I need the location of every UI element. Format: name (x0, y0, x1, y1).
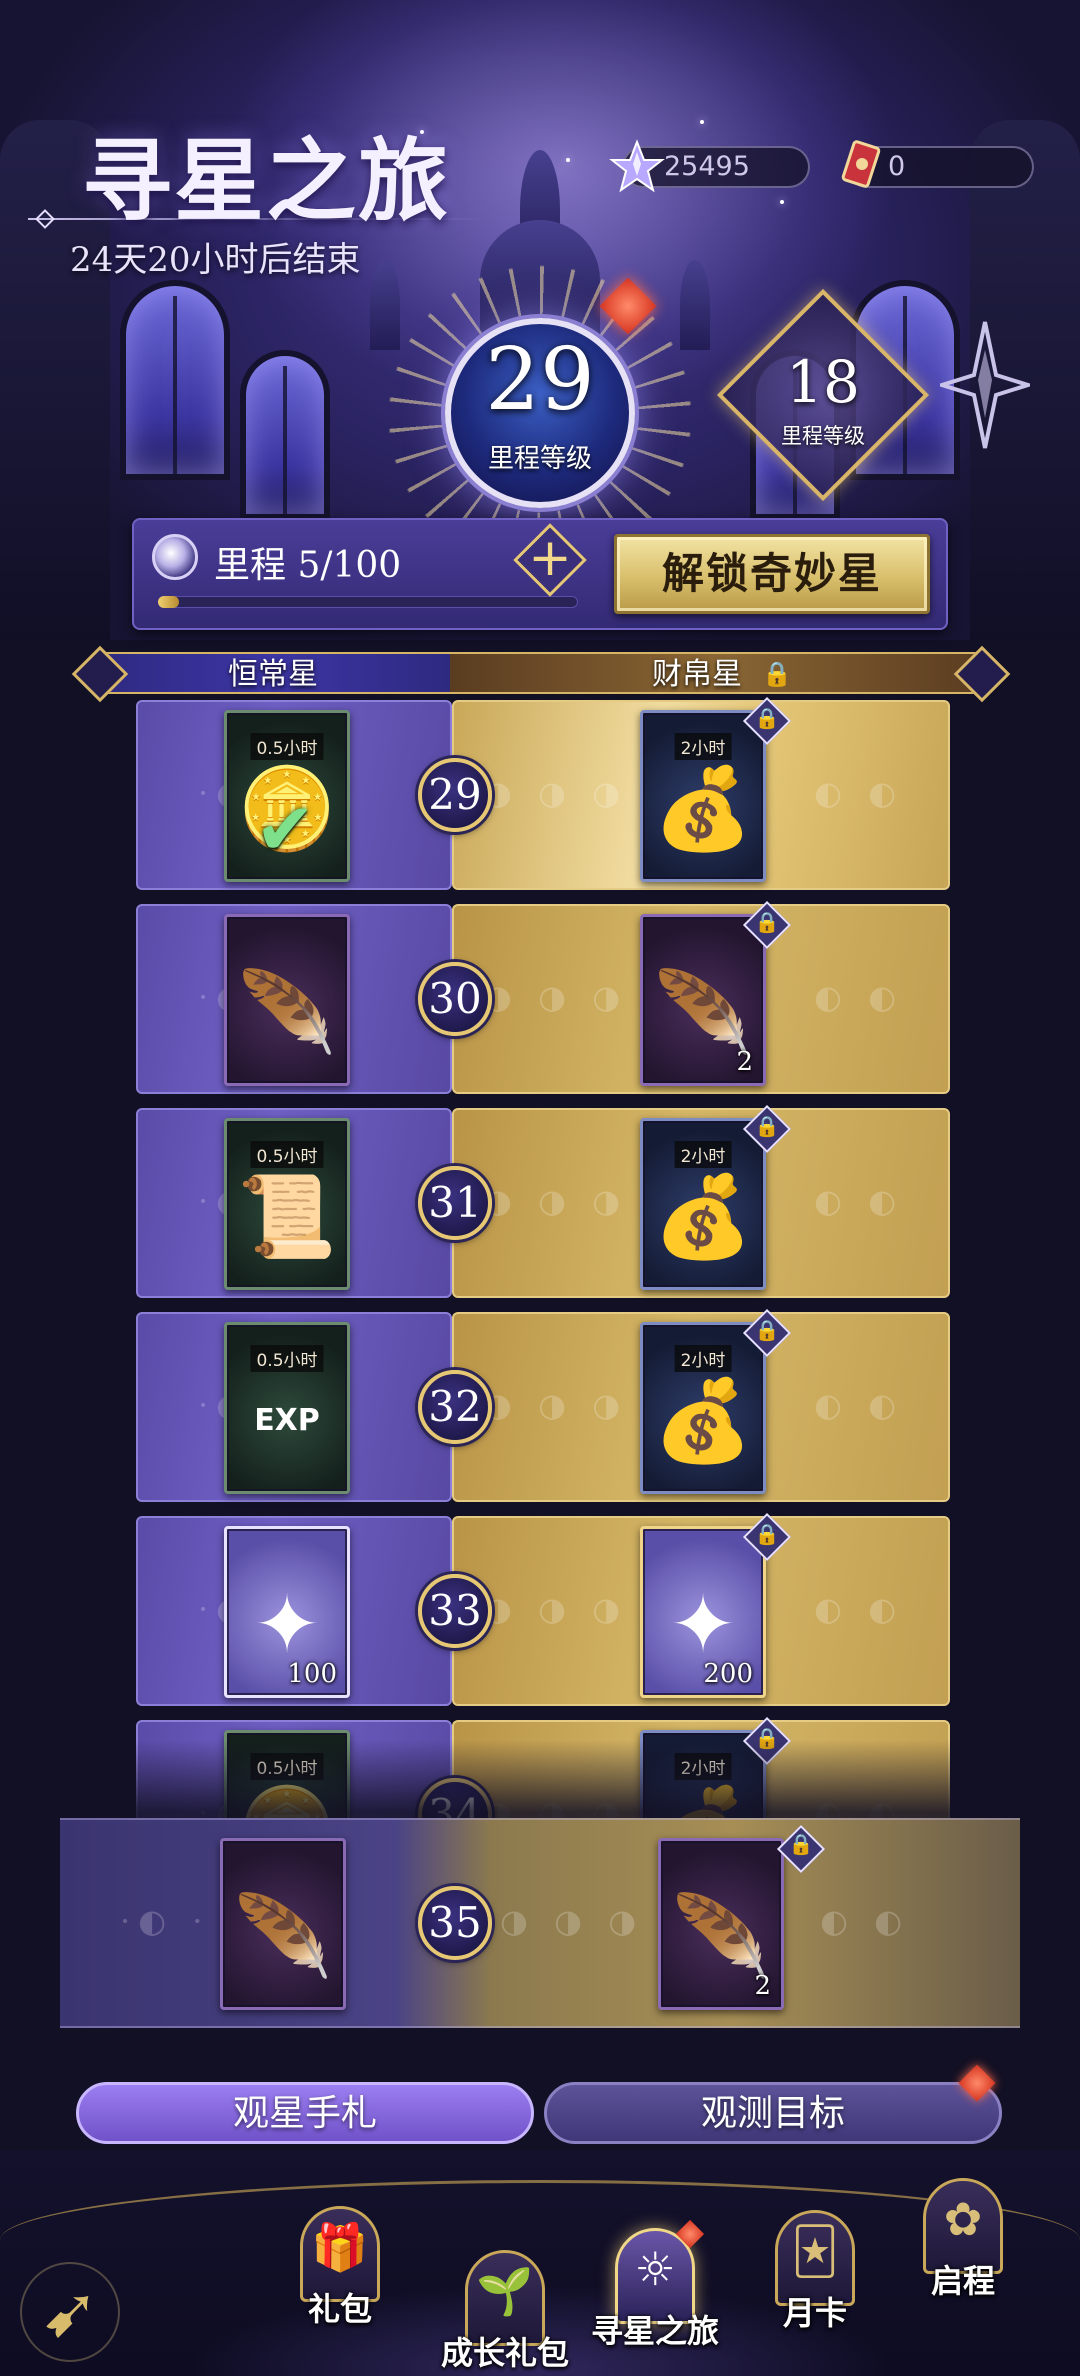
back-arrow-icon: ➹ (40, 2271, 100, 2353)
level-node: 32 (418, 1370, 492, 1444)
plus-icon: + (528, 528, 572, 588)
cards-icon: 🃏 (791, 2224, 839, 2278)
preview-paid-qty: 2 (754, 1971, 771, 2001)
duration-tag: 0.5小时 (250, 1345, 324, 1372)
treasure-bag-icon: 💰 (653, 762, 753, 855)
star-crystal-icon (609, 139, 665, 193)
level-node: 29 (418, 758, 492, 832)
free-track-header: 恒常星 (96, 652, 450, 694)
paid-reward-card[interactable]: 🪶 2 (640, 914, 766, 1086)
golden-feather-icon: 🪶 (237, 966, 337, 1059)
preview-free-reward-card[interactable]: 🪶 (220, 1838, 346, 2010)
free-track-label: 恒常星 (228, 657, 318, 692)
free-reward-card[interactable]: 📜 0.5小时 (224, 1118, 350, 1290)
reward-quantity: 100 (287, 1659, 337, 1689)
free-reward-card[interactable]: EXP 0.5小时 (224, 1322, 350, 1494)
seedling-icon: 🌱 (476, 2264, 534, 2318)
nav-tab-monthly-card-label: 月卡 (782, 2294, 847, 2332)
nav-tab-gift-label: 礼包 (307, 2290, 372, 2328)
preview-paid-reward-card[interactable]: 🪶 2 (658, 1838, 784, 2010)
paid-reward-card[interactable]: 💰2小时 (640, 1118, 766, 1290)
mileage-orb-icon (152, 534, 198, 580)
golden-feather-icon: 🪶 (233, 1890, 333, 1983)
milestone-preview-bar: ·◐ · ◑ ◑ ◑ ◐ ◐ (60, 1818, 1020, 2028)
level-node: 30 (418, 962, 492, 1036)
duration-tag: 2小时 (674, 1141, 732, 1168)
ticket-currency-value: 0 (888, 151, 906, 182)
ticket-card-icon (841, 140, 881, 188)
list-fade (0, 1740, 1080, 1830)
page-title: 寻星之旅 (82, 128, 450, 234)
nav-tab-monthly-card[interactable]: 🃏 月卡 (760, 2210, 870, 2332)
nav-tab-growth-pack-label: 成长礼包 (440, 2334, 569, 2372)
exp-orb-icon: EXP (254, 1403, 320, 1438)
next-level-number: 18 (786, 348, 860, 416)
rose-icon: ✿ (943, 2192, 983, 2246)
level-node: 31 (418, 1166, 492, 1240)
star-currency-pill[interactable]: 25495 (609, 139, 810, 193)
ticket-currency-pill[interactable]: 0 (841, 140, 1034, 188)
nav-tab-growth-pack[interactable]: 🌱 成长礼包 (441, 2250, 569, 2372)
reward-quantity: 2 (736, 1047, 753, 1077)
free-reward-card[interactable]: ✦ 100 (224, 1526, 350, 1698)
level-node: 33 (418, 1574, 492, 1648)
star-diary-button[interactable]: 观星手札 (76, 2082, 534, 2144)
lock-icon: 🔒 (754, 1318, 780, 1342)
claimed-check-icon: ✔ (255, 787, 316, 871)
mileage-progress-fill (158, 596, 179, 608)
star-currency-value: 25495 (664, 151, 750, 182)
free-reward-card[interactable]: 🪶 (224, 914, 350, 1086)
current-level-label: 里程等级 (487, 444, 592, 474)
nav-tab-star-journey[interactable]: ☼ 寻星之旅 (591, 2219, 719, 2350)
reward-quantity: 200 (703, 1659, 753, 1689)
duration-tag: 0.5小时 (250, 733, 324, 760)
nav-tab-depart[interactable]: ✿ 启程 (908, 2178, 1018, 2300)
star-sun-icon: ☼ (634, 2242, 676, 2296)
current-level-number: 29 (485, 330, 595, 430)
paid-track-label: 财帛星 (652, 657, 742, 692)
gift-icon: 🎁 (311, 2220, 369, 2274)
paid-reward-card[interactable]: ✦ 200 (640, 1526, 766, 1698)
lock-icon: 🔒 (754, 706, 780, 730)
event-countdown: 24天20小时后结束 (70, 240, 361, 280)
nav-tab-depart-label: 启程 (930, 2262, 995, 2300)
duration-tag: 2小时 (674, 1345, 732, 1372)
free-reward-card[interactable]: 🪙 0.5小时 ✔ (224, 710, 350, 882)
mileage-progress-track (158, 596, 578, 608)
lock-icon: 🔒 (762, 660, 792, 688)
paid-track-header: 财帛星 🔒 (450, 652, 984, 694)
mileage-progress-text: 里程 5/100 (214, 545, 402, 586)
observe-target-button[interactable]: 观测目标 (544, 2082, 1002, 2144)
lock-icon: 🔒 (754, 1522, 780, 1546)
unlock-premium-button[interactable]: 解锁奇妙星 (614, 534, 930, 614)
exp-bag-icon: 💰 (653, 1374, 753, 1467)
lock-icon: 🔒 (788, 1832, 814, 1856)
four-point-star-icon[interactable] (940, 320, 1030, 450)
lock-icon: 🔒 (754, 1114, 780, 1138)
scroll-bag-icon: 💰 (653, 1170, 753, 1263)
paid-reward-card[interactable]: 💰2小时 (640, 1322, 766, 1494)
duration-tag: 0.5小时 (250, 1141, 324, 1168)
nav-tab-gift[interactable]: 🎁 礼包 (285, 2206, 395, 2328)
lock-icon: 🔒 (754, 910, 780, 934)
paid-reward-card[interactable]: 💰2小时 (640, 710, 766, 882)
preview-level-node: 35 (418, 1886, 492, 1960)
duration-tag: 2小时 (674, 733, 732, 760)
scroll-icon: 📜 (237, 1170, 337, 1263)
nav-tab-star-journey-label: 寻星之旅 (590, 2312, 719, 2350)
next-level-label: 里程等级 (781, 424, 865, 448)
